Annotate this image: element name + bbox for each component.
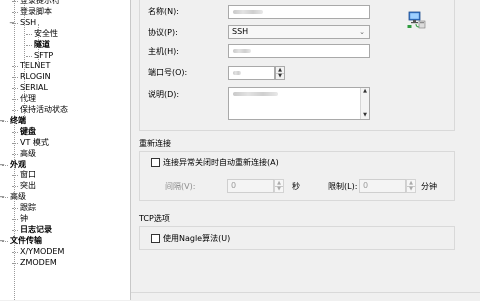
tree-item[interactable]: RLOGIN: [20, 72, 51, 82]
protocol-select[interactable]: SSH ⌄: [228, 25, 370, 39]
connection-panel: 名称(N): 协议(P): SSH ⌄ 主机(H): 端口号(O): ▲ ▼ 说…: [131, 0, 480, 301]
tree-item[interactable]: 窗口: [20, 170, 36, 180]
name-input[interactable]: [228, 5, 370, 19]
limit-value: 0: [363, 181, 369, 190]
tree-item[interactable]: SSH: [20, 18, 36, 28]
tree-connector: [26, 55, 32, 57]
tree-connector: [12, 66, 18, 68]
description-textarea[interactable]: [228, 87, 370, 120]
tree-item[interactable]: 外观: [10, 160, 26, 170]
tree-item[interactable]: 终端: [10, 116, 26, 126]
tree-item[interactable]: 钟: [20, 214, 28, 224]
tree-connector: [12, 131, 18, 133]
scroll-down-icon[interactable]: ▼: [361, 112, 369, 118]
host-label: 主机(H):: [148, 47, 179, 56]
tree-item[interactable]: SERIAL: [20, 83, 48, 93]
redacted-name: [233, 10, 263, 14]
tree-item[interactable]: 登录提示符: [20, 0, 60, 6]
description-label: 说明(D):: [148, 90, 180, 99]
nagle-label[interactable]: 使用Nagle算法(U): [163, 234, 230, 244]
tree-connector: [12, 186, 18, 188]
interval-unit: 秒: [292, 182, 300, 191]
tree-item[interactable]: 文件传输: [10, 236, 42, 246]
tree-item[interactable]: 跟踪: [20, 203, 36, 213]
name-label: 名称(N):: [148, 7, 179, 16]
redacted-description: [233, 92, 278, 96]
auto-reconnect-label[interactable]: 连接异常关闭时自动重新连接(A): [163, 158, 279, 168]
tree-connector: [12, 251, 18, 253]
nagle-checkbox[interactable]: [151, 234, 160, 243]
tree-item[interactable]: 突出: [20, 181, 36, 191]
spin-down-icon[interactable]: ▼: [276, 73, 284, 79]
host-input[interactable]: [228, 44, 370, 58]
tree-guide-line: [14, 0, 15, 300]
tree-connector: [12, 175, 18, 177]
tree-item[interactable]: VT 模式: [20, 138, 49, 148]
collapse-icon[interactable]: −: [8, 18, 16, 28]
tree-connector: [12, 219, 18, 220]
tree-connector: [12, 262, 18, 264]
tcp-section-title: TCP选项: [139, 214, 170, 223]
collapse-icon[interactable]: −: [0, 192, 6, 202]
tree-connector: [26, 44, 32, 46]
collapse-icon[interactable]: −: [0, 160, 6, 170]
port-input[interactable]: [228, 66, 275, 80]
collapse-icon[interactable]: −: [0, 116, 6, 126]
limit-unit: 分钟: [421, 182, 437, 191]
tree-item[interactable]: 高级: [20, 149, 36, 159]
tree-item[interactable]: 隧道: [34, 40, 50, 50]
tree-item[interactable]: X/YMODEM: [20, 247, 64, 257]
redacted-port: [233, 71, 241, 75]
tree-connector: [12, 88, 18, 90]
interval-value: 0: [231, 181, 237, 190]
scroll-up-icon[interactable]: ▲: [361, 88, 369, 94]
auto-reconnect-checkbox[interactable]: [151, 158, 160, 167]
tree-connector: [12, 99, 18, 101]
tree-item[interactable]: 键盘: [20, 127, 36, 137]
spin-down-icon[interactable]: ▼: [407, 186, 415, 192]
computer-network-icon: [407, 10, 427, 30]
protocol-value: SSH: [232, 27, 249, 36]
tree-connector: [12, 229, 18, 231]
tree-item[interactable]: ZMODEM: [20, 258, 57, 268]
tree-connector: [12, 153, 18, 155]
limit-spinner[interactable]: ▲ ▼: [406, 179, 416, 193]
tree-connector: [12, 110, 18, 111]
limit-label: 限制(L):: [328, 182, 358, 191]
tree-connector: [12, 1, 18, 2]
description-scrollbar[interactable]: ▲ ▼: [360, 88, 369, 119]
tree-item[interactable]: 高级: [10, 192, 26, 202]
tree-item[interactable]: 安全性: [34, 29, 58, 39]
tree-connector: [26, 33, 32, 35]
limit-input[interactable]: 0: [359, 179, 406, 193]
tree-item[interactable]: SFTP: [34, 51, 53, 61]
tree-connector: [12, 77, 18, 79]
tree-item[interactable]: TELNET: [20, 61, 50, 71]
tree-item[interactable]: 代理: [20, 94, 36, 104]
tree-item[interactable]: 登录脚本: [20, 7, 52, 17]
interval-label: 间隔(V):: [165, 182, 196, 191]
session-tree[interactable]: 登录提示符 登录脚本 − SSH 安全性 隧道 SFTP TELNET RLOGIN SERIAL…: [0, 0, 131, 300]
port-label: 端口号(O):: [148, 68, 188, 77]
tree-connector: [12, 208, 18, 210]
tree-item[interactable]: 保持活动状态: [20, 105, 68, 115]
redacted-host: [233, 49, 251, 53]
collapse-icon[interactable]: −: [0, 236, 6, 246]
spin-down-icon[interactable]: ▼: [275, 186, 283, 192]
reconnect-section-title: 重新连接: [139, 139, 171, 148]
tree-item[interactable]: 日志记录: [20, 225, 52, 235]
port-spinner[interactable]: ▲ ▼: [275, 66, 285, 80]
protocol-label: 协议(P):: [148, 28, 178, 37]
chevron-down-icon: ⌄: [359, 28, 365, 36]
tree-connector: [12, 11, 18, 13]
interval-spinner[interactable]: ▲ ▼: [274, 179, 284, 193]
tree-connector: [12, 142, 18, 144]
interval-input[interactable]: 0: [227, 179, 274, 193]
